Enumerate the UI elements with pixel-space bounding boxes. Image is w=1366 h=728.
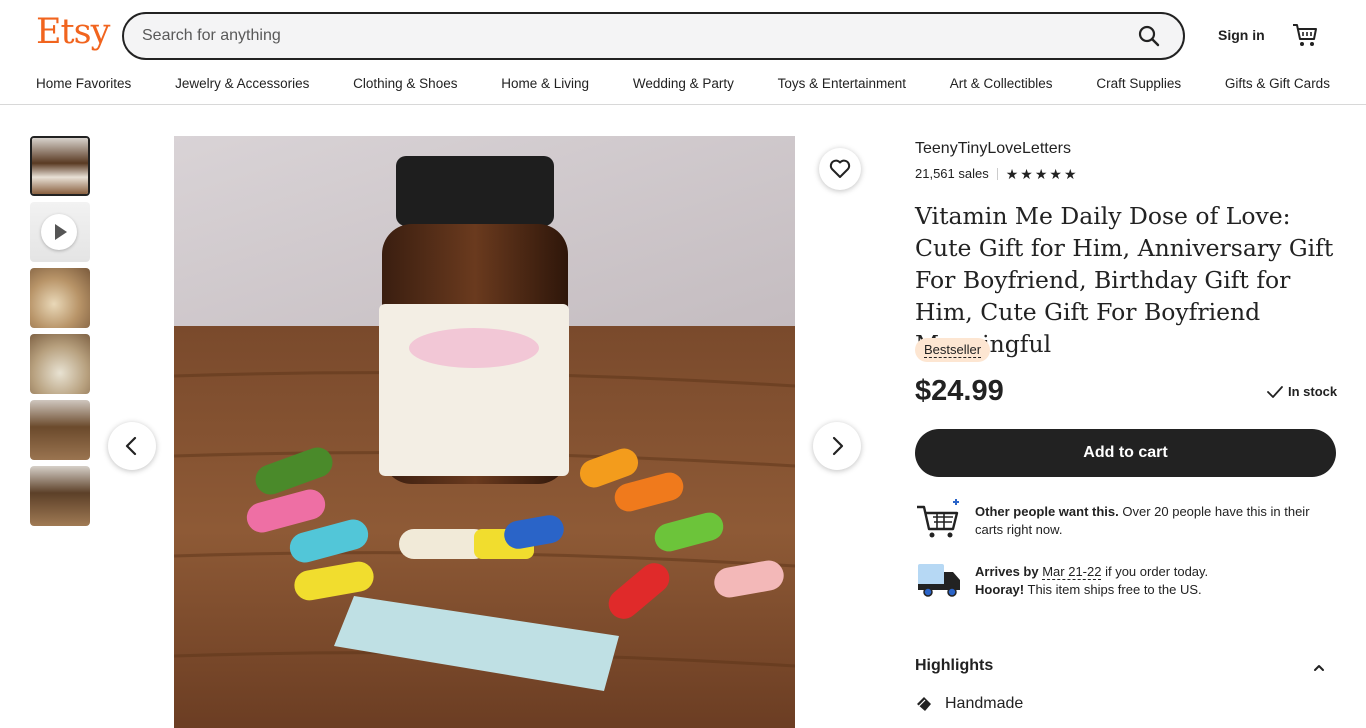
thumbnail-image [30,334,90,394]
nav-item-clothing[interactable]: Clothing & Shoes [353,76,457,91]
thumbnail-5[interactable] [30,400,90,460]
delivery-text: Arrives by Mar 21-22 if you order today.… [975,563,1336,599]
next-image-button[interactable] [813,422,861,470]
sales-count: 21,561 sales [915,166,989,181]
nav-item-toys[interactable]: Toys & Entertainment [778,76,906,91]
delivery-date[interactable]: Mar 21-22 [1042,564,1102,580]
nav-item-home-living[interactable]: Home & Living [501,76,589,91]
search-bar[interactable]: Search for anything [122,12,1185,60]
highlights-toggle[interactable]: Highlights [915,657,1336,675]
badge-label: Bestseller [924,342,982,358]
demand-notice: Other people want this. Over 20 people h… [915,497,1336,543]
shopping-cart-demand-icon [917,499,959,538]
nav-item-gifts[interactable]: Gifts & Gift Cards [1225,76,1330,91]
nav-item-home-favorites[interactable]: Home Favorites [36,76,131,91]
highlights-section: Highlights Handmade [915,657,1336,712]
site-header: Etsy Search for anything Sign in Home Fa… [0,0,1366,105]
nav-item-jewelry[interactable]: Jewelry & Accessories [175,76,309,91]
arrives-suffix: if you order today. [1101,564,1209,579]
category-nav: Home Favorites Jewelry & Accessories Clo… [36,76,1330,91]
checkmark-icon [1267,385,1283,398]
demand-bold: Other people want this. [975,504,1119,519]
previous-image-button[interactable] [108,422,156,470]
shop-stats: 21,561 sales ★ ★ ★ ★ ★ [915,166,1077,181]
product-photo [174,136,795,728]
heart-icon [829,159,851,178]
favorite-button[interactable] [819,148,861,190]
cart-icon[interactable] [1292,22,1318,48]
demand-text: Other people want this. Over 20 people h… [975,503,1336,539]
thumbnail-image [30,268,90,328]
stock-label: In stock [1288,384,1338,399]
star-icon: ★ [1005,165,1019,182]
star-icon: ★ [1049,165,1062,182]
thumbnail-3[interactable] [30,268,90,328]
price: $24.99 [915,375,1004,407]
nav-item-craft-supplies[interactable]: Craft Supplies [1096,76,1181,91]
thumbnail-image [32,138,88,194]
thumbnail-image [30,400,90,460]
chevron-up-icon[interactable] [1312,661,1326,675]
sign-in-link[interactable]: Sign in [1218,27,1265,43]
star-icon: ★ [1034,165,1048,182]
shop-name-link[interactable]: TeenyTinyLoveLetters [915,140,1071,158]
thumbnail-1[interactable] [30,136,90,196]
highlight-label: Handmade [945,695,1024,712]
thumbnail-image [30,466,90,526]
star-icon: ★ [1063,165,1077,182]
delivery-truck-icon [918,564,960,597]
search-icon[interactable] [1137,24,1161,48]
add-to-cart-button[interactable]: Add to cart [915,429,1336,477]
thumbnail-video[interactable] [30,202,90,262]
divider [996,167,998,180]
search-input[interactable]: Search for anything [142,27,281,45]
nav-item-art[interactable]: Art & Collectibles [950,76,1053,91]
main-product-image[interactable] [174,136,795,728]
highlight-item: Handmade [915,695,1023,713]
stock-status: In stock [1266,384,1337,399]
star-rating[interactable]: ★ ★ ★ ★ ★ [1006,167,1077,181]
listing-title: Vitamin Me Daily Dose of Love: Cute Gift… [915,202,1334,358]
delivery-notice: Arrives by Mar 21-22 if you order today.… [915,558,1336,602]
play-icon [41,214,77,250]
hooray-bold: Hooray! [975,582,1025,597]
free-shipping-text: This item ships free to the US. [1024,582,1202,597]
thumbnail-6[interactable] [30,466,90,526]
etsy-logo[interactable]: Etsy [36,12,110,52]
chevron-left-icon [125,436,137,456]
bestseller-badge[interactable]: Bestseller [915,338,991,362]
star-icon: ★ [1020,165,1033,182]
arrives-label: Arrives by [975,564,1039,579]
hand-icon [917,697,931,711]
chevron-right-icon [832,436,844,456]
thumbnail-4[interactable] [30,334,90,394]
nav-item-wedding[interactable]: Wedding & Party [633,76,734,91]
